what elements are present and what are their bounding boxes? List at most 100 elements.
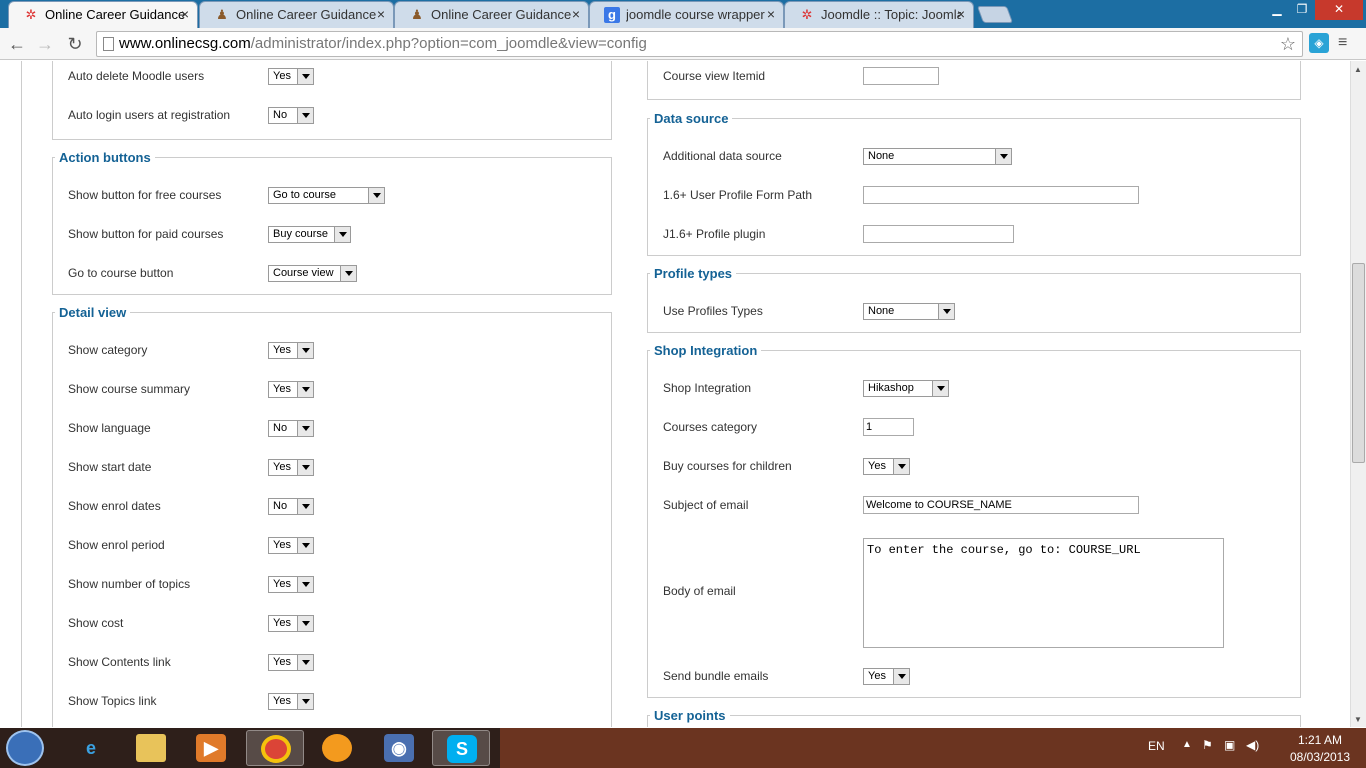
scroll-down-icon[interactable]: ▼ — [1354, 715, 1362, 724]
body-email-textarea[interactable]: To enter the course, go to: COURSE_URL — [863, 538, 1224, 648]
show-start-date-select[interactable]: Yes — [268, 459, 314, 476]
legend-user-points: User points — [654, 708, 726, 723]
tab-3[interactable]: ♟ Online Career Guidance A × — [394, 1, 589, 28]
maximize-icon[interactable]: ❐ — [1290, 0, 1314, 20]
taskbar-messenger[interactable] — [308, 730, 366, 766]
fieldset-user-points: User points — [647, 708, 1301, 727]
buy-children-select[interactable]: Yes — [863, 458, 910, 475]
select-value: None — [868, 150, 895, 162]
use-profile-types-select[interactable]: None — [863, 303, 955, 320]
subject-email-input[interactable]: Welcome to COURSE_NAME — [863, 496, 1139, 514]
scroll-thumb[interactable] — [1352, 263, 1365, 463]
clock-time[interactable]: 1:21 AM — [1278, 733, 1362, 747]
field-label: Additional data source — [663, 149, 782, 163]
show-topics-link-select[interactable]: Yes — [268, 693, 314, 710]
bookmark-star-icon[interactable]: ☆ — [1280, 32, 1296, 56]
taskbar-media-player[interactable]: ▶ — [182, 730, 240, 766]
shop-integration-select[interactable]: Hikashop — [863, 380, 949, 397]
taskbar-media-center[interactable]: ◉ — [370, 730, 428, 766]
scroll-up-icon[interactable]: ▲ — [1354, 65, 1362, 74]
select-value: Yes — [273, 695, 291, 707]
show-enrol-dates-select[interactable]: No — [268, 498, 314, 515]
input-value: 1 — [866, 421, 873, 433]
row-show-enrol-dates: Show enrol dates No — [53, 496, 611, 516]
close-icon[interactable]: × — [767, 2, 775, 27]
close-icon[interactable]: × — [957, 2, 965, 27]
show-cost-select[interactable]: Yes — [268, 615, 314, 632]
minimize-icon[interactable]: ▁ — [1264, 0, 1290, 20]
reload-icon[interactable]: ↻ — [62, 31, 88, 57]
network-icon[interactable]: ▣ — [1224, 738, 1235, 752]
free-courses-select[interactable]: Go to course — [268, 187, 385, 204]
user-icon: ♟ — [216, 7, 228, 22]
extension-icon[interactable]: ◈ — [1309, 33, 1329, 53]
course-view-itemid-input[interactable] — [863, 67, 939, 85]
forward-icon[interactable]: → — [32, 31, 58, 57]
row-courses-category: Courses category 1 — [648, 417, 1300, 437]
field-label: Show category — [68, 343, 148, 357]
profile-plugin-input[interactable] — [863, 225, 1014, 243]
skype-icon: S — [447, 735, 477, 763]
ie-icon: e — [85, 738, 96, 758]
tab-5[interactable]: ✲ Joomdle :: Topic: Joomla c × — [784, 1, 974, 28]
back-icon[interactable]: ← — [4, 31, 30, 57]
tray-expand-icon[interactable]: ▲ — [1182, 739, 1192, 750]
taskbar: e ▶ ◉ S EN ▲ ⚑ ▣ ◀) 1:21 AM 08/03/2013 — [0, 728, 1366, 768]
vertical-scrollbar[interactable]: ▲ ▼ — [1350, 61, 1366, 727]
chevron-down-icon — [334, 227, 350, 242]
courses-category-input[interactable]: 1 — [863, 418, 914, 436]
field-label: Show Contents link — [68, 655, 171, 669]
field-label: Courses category — [663, 420, 758, 434]
address-bar[interactable]: www.onlinecsg.com/administrator/index.ph… — [96, 31, 1303, 57]
show-number-topics-select[interactable]: Yes — [268, 576, 314, 593]
chevron-down-icon — [297, 694, 313, 709]
select-value: Course view — [273, 267, 334, 279]
chevron-down-icon — [297, 538, 313, 553]
chevron-down-icon — [297, 108, 313, 123]
auto-delete-select[interactable]: Yes — [268, 68, 314, 85]
close-icon[interactable]: × — [377, 2, 385, 27]
flag-icon[interactable]: ⚑ — [1202, 738, 1213, 752]
paid-courses-select[interactable]: Buy course — [268, 226, 351, 243]
auto-login-select[interactable]: No — [268, 107, 314, 124]
additional-data-source-select[interactable]: None — [863, 148, 1012, 165]
user-icon: ♟ — [411, 7, 423, 22]
show-contents-link-select[interactable]: Yes — [268, 654, 314, 671]
close-window-icon[interactable]: ✕ — [1315, 0, 1363, 20]
row-show-start-date: Show start date Yes — [53, 457, 611, 477]
taskbar-explorer[interactable] — [122, 730, 180, 766]
chevron-down-icon — [340, 266, 356, 281]
show-summary-select[interactable]: Yes — [268, 381, 314, 398]
taskbar-skype[interactable]: S — [432, 730, 490, 766]
start-button[interactable] — [6, 730, 44, 766]
new-tab-button[interactable] — [976, 6, 1014, 23]
profile-form-path-input[interactable] — [863, 186, 1139, 204]
send-bundle-select[interactable]: Yes — [863, 668, 910, 685]
tab-title: Online Career Guidance A — [431, 7, 571, 22]
show-enrol-period-select[interactable]: Yes — [268, 537, 314, 554]
row-profile-plugin: J1.6+ Profile plugin — [648, 224, 1300, 244]
tab-1[interactable]: ✲ Online Career Guidance A × — [8, 1, 198, 28]
taskbar-chrome[interactable] — [246, 730, 304, 766]
joomla-icon: ✲ — [25, 7, 37, 22]
close-icon[interactable]: × — [572, 2, 580, 27]
menu-icon[interactable]: ≡ — [1338, 34, 1356, 52]
row-additional-data-source: Additional data source None — [648, 146, 1300, 166]
tab-2[interactable]: ♟ Online Career Guidance A × — [199, 1, 394, 28]
volume-icon[interactable]: ◀) — [1246, 738, 1259, 752]
chevron-down-icon — [297, 382, 313, 397]
show-category-select[interactable]: Yes — [268, 342, 314, 359]
fieldset-action-buttons: Action buttons Show button for free cour… — [52, 150, 612, 295]
language-indicator[interactable]: EN — [1148, 739, 1165, 753]
clock-date[interactable]: 08/03/2013 — [1278, 750, 1362, 764]
field-label: Subject of email — [663, 498, 749, 512]
select-value: Go to course — [273, 189, 336, 201]
taskbar-ie[interactable]: e — [62, 730, 120, 766]
go-to-course-select[interactable]: Course view — [268, 265, 357, 282]
close-icon[interactable]: × — [181, 2, 189, 27]
field-label: Show start date — [68, 460, 152, 474]
row-auto-login: Auto login users at registration No — [53, 105, 611, 125]
show-language-select[interactable]: No — [268, 420, 314, 437]
tab-4[interactable]: g joomdle course wrapper v × — [589, 1, 784, 28]
field-label: J1.6+ Profile plugin — [663, 227, 766, 241]
